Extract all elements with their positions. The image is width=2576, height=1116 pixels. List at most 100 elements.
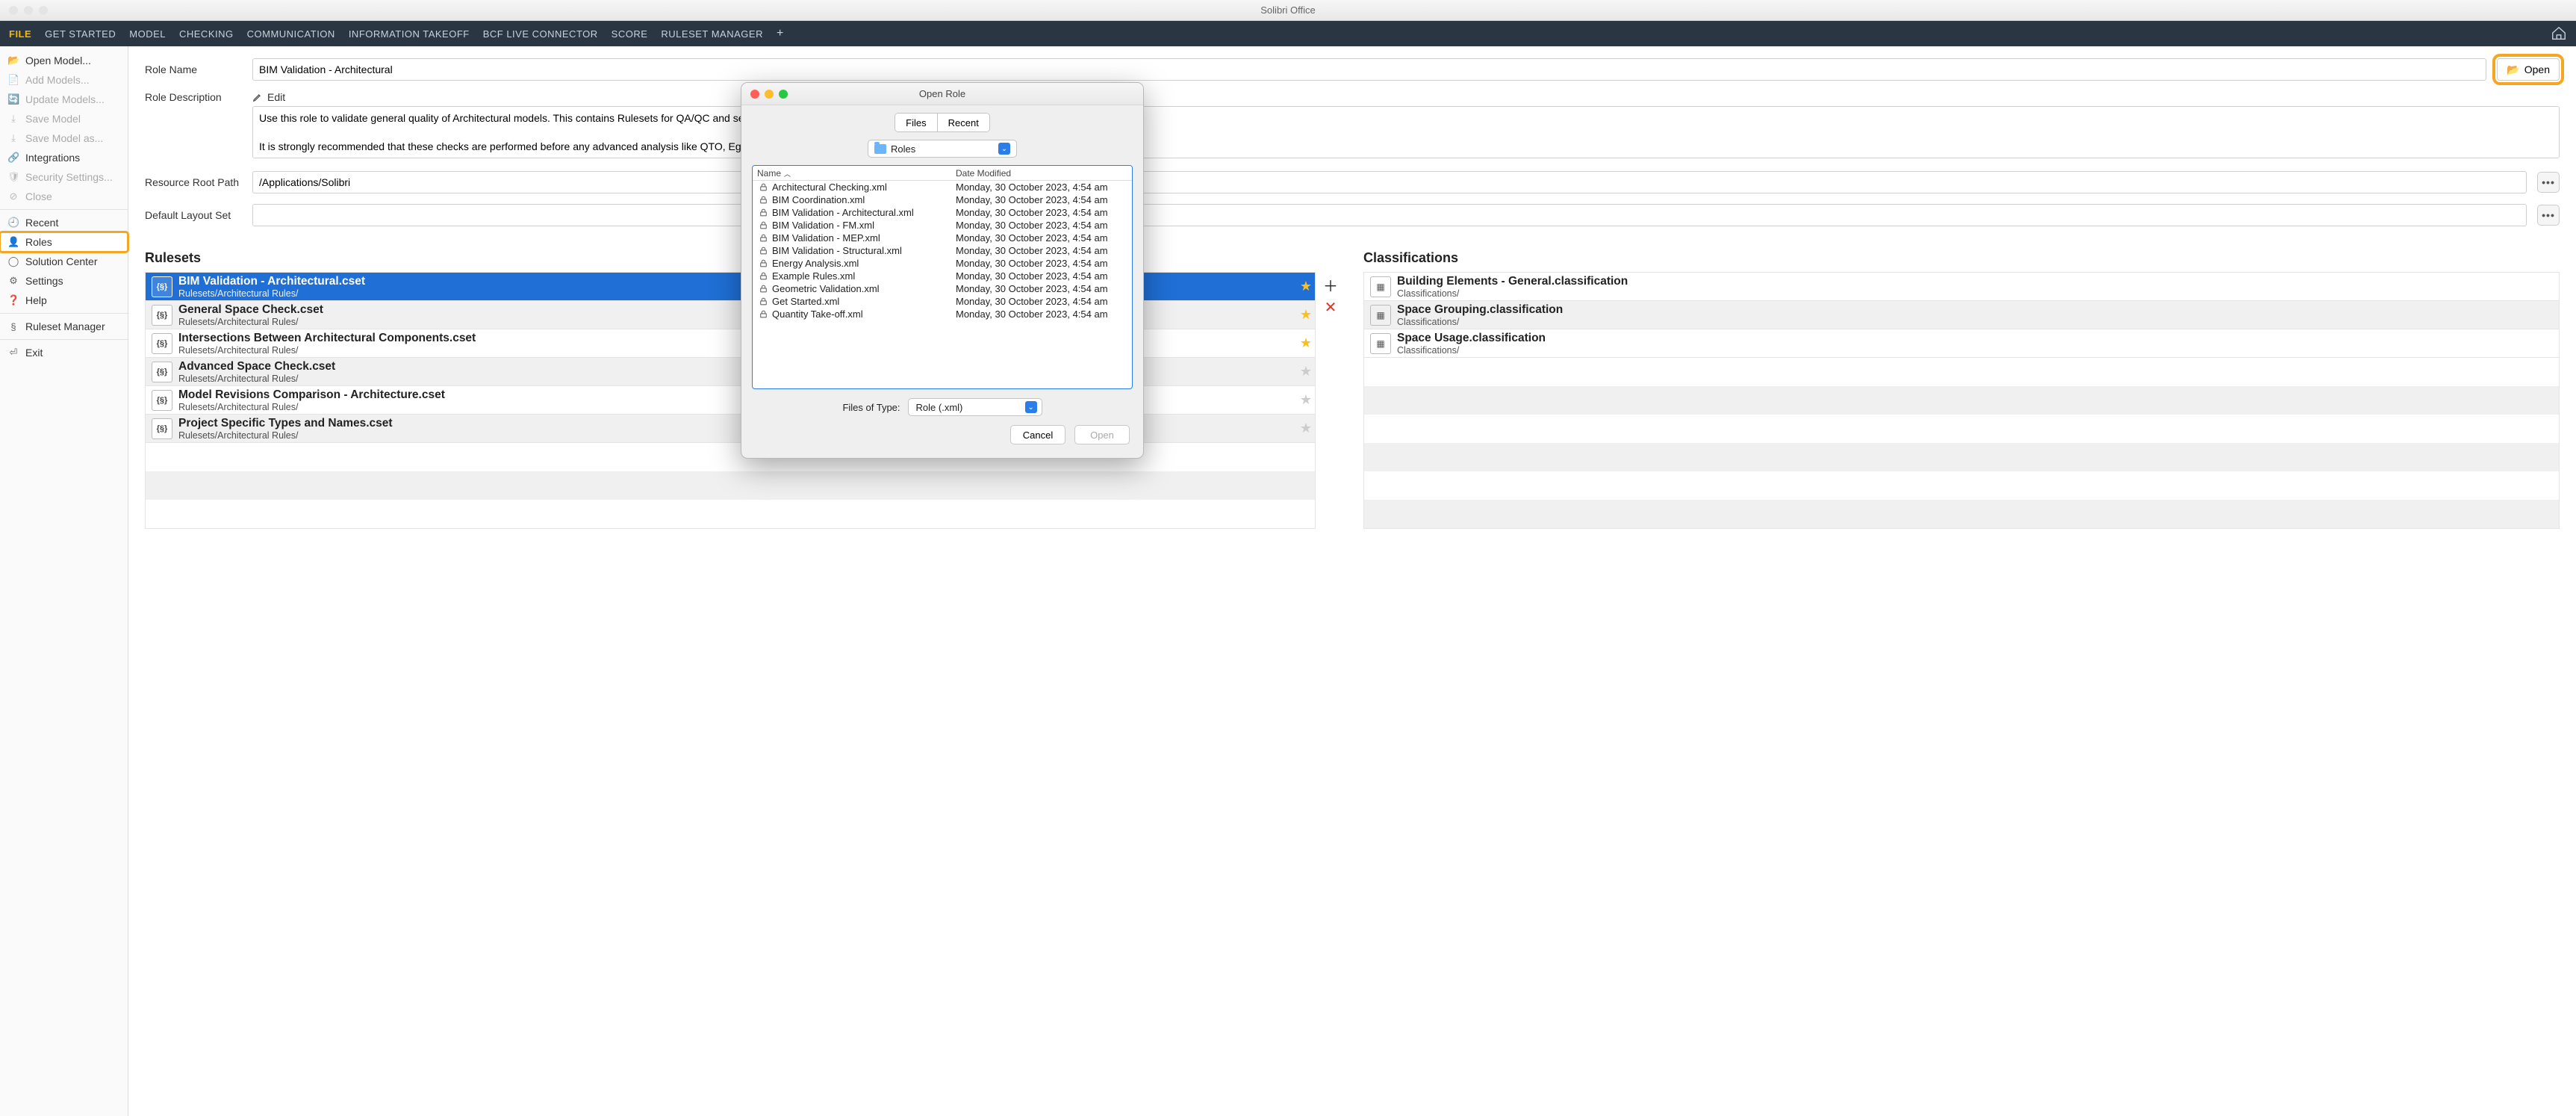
filetype-select[interactable]: Role (.xml) ⌄ [908,398,1042,416]
layout-label: Default Layout Set [145,209,242,221]
folder-select[interactable]: Roles ⌄ [868,140,1017,158]
circle-icon: ◯ [7,255,19,267]
ruleset-icon: {§} [152,305,172,326]
file-row[interactable]: BIM Validation - FM.xmlMonday, 30 Octobe… [753,219,1132,232]
classification-row[interactable]: ▦Space Grouping.classificationClassifica… [1364,301,2559,329]
dialog-cancel-button[interactable]: Cancel [1010,425,1065,444]
window-titlebar: Solibri Office [0,0,2576,21]
sidebar-item-recent[interactable]: 🕘Recent [0,213,128,232]
file-row[interactable]: BIM Coordination.xmlMonday, 30 October 2… [753,193,1132,206]
minimize-window[interactable] [24,6,33,15]
menu-file[interactable]: FILE [9,28,31,40]
file-row[interactable]: BIM Validation - Structural.xmlMonday, 3… [753,244,1132,257]
star-toggle[interactable]: ★ [1297,279,1315,294]
sidebar-item-roles[interactable]: 👤Roles [0,232,128,252]
star-toggle[interactable]: ★ [1297,392,1315,408]
close-window[interactable] [9,6,18,15]
ruleset-icon: {§} [152,362,172,382]
root-path-browse-button[interactable]: ••• [2537,172,2560,193]
file-row[interactable]: Energy Analysis.xmlMonday, 30 October 20… [753,257,1132,270]
dialog-title: Open Role [741,88,1143,99]
classifications-title: Classifications [1363,250,2560,266]
sidebar-item-add-models: 📄Add Models... [0,70,128,90]
file-listbox[interactable]: Name︿ Date Modified Architectural Checki… [752,165,1133,389]
edit-button[interactable]: Edit [267,91,285,103]
menu-ruleset-manager[interactable]: RULESET MANAGER [661,28,763,40]
lock-icon [757,271,769,281]
star-toggle[interactable]: ★ [1297,335,1315,351]
sidebar-item-solution-center[interactable]: ◯Solution Center [0,252,128,271]
sidebar-item-help[interactable]: ❓Help [0,291,128,310]
role-name-input[interactable] [252,58,2486,81]
menu-communication[interactable]: COMMUNICATION [247,28,335,40]
lock-icon [757,220,769,230]
file-row[interactable]: Architectural Checking.xmlMonday, 30 Oct… [753,181,1132,193]
add-ruleset-button[interactable]: ＋ [1322,276,1339,293]
layout-browse-button[interactable]: ••• [2537,205,2560,226]
help-icon: ❓ [7,294,19,306]
sidebar-item-exit[interactable]: ⏎Exit [0,343,128,362]
sidebar-item-update-models: 🔄Update Models... [0,90,128,109]
lock-icon [757,208,769,217]
dialog-open-button[interactable]: Open [1074,425,1130,444]
star-toggle[interactable]: ★ [1297,421,1315,436]
star-toggle[interactable]: ★ [1297,307,1315,323]
lock-icon [757,309,769,319]
star-toggle[interactable]: ★ [1297,364,1315,379]
sidebar-item-save-model: ⤓Save Model [0,109,128,128]
tab-recent[interactable]: Recent [937,114,989,131]
menu-add-tab[interactable]: + [777,27,784,40]
col-date[interactable]: Date Modified [956,168,1127,179]
open-role-button[interactable]: 📂 Open [2497,58,2560,81]
clock-icon: 🕘 [7,217,19,229]
folder-open-icon: 📂 [7,55,19,66]
dialog-tabs: Files Recent [895,113,990,132]
file-row[interactable]: Geometric Validation.xmlMonday, 30 Octob… [753,282,1132,295]
classification-row[interactable]: ▦Building Elements - General.classificat… [1364,273,2559,301]
sidebar-item-integrations[interactable]: 🔗Integrations [0,148,128,167]
gear-icon: ⚙ [7,275,19,287]
sidebar-item-open-model[interactable]: 📂Open Model... [0,51,128,70]
zoom-window[interactable] [39,6,48,15]
remove-ruleset-button[interactable]: ✕ [1322,299,1339,315]
file-row[interactable]: Get Started.xmlMonday, 30 October 2023, … [753,295,1132,308]
menu-checking[interactable]: CHECKING [179,28,234,40]
app-menubar: FILE GET STARTED MODEL CHECKING COMMUNIC… [0,21,2576,46]
menu-bcf[interactable]: BCF LIVE CONNECTOR [483,28,598,40]
ruleset-icon: {§} [152,418,172,439]
lock-icon [757,297,769,306]
col-name[interactable]: Name [757,168,781,179]
ruleset-icon: {§} [152,276,172,297]
tab-files[interactable]: Files [895,114,936,131]
lock-icon [757,258,769,268]
main-panel: Role Name 📂 Open Role Description Edit [128,46,2576,1116]
dropdown-caret-icon: ⌄ [1025,401,1037,413]
x-icon: ⊘ [7,190,19,202]
menu-get-started[interactable]: GET STARTED [45,28,116,40]
file-row[interactable]: BIM Validation - MEP.xmlMonday, 30 Octob… [753,232,1132,244]
window-traffic-lights[interactable] [0,6,48,15]
menu-model[interactable]: MODEL [129,28,166,40]
file-row[interactable]: Quantity Take-off.xmlMonday, 30 October … [753,308,1132,320]
exit-icon: ⏎ [7,347,19,359]
menu-info-takeoff[interactable]: INFORMATION TAKEOFF [349,28,470,40]
sidebar-item-ruleset-manager[interactable]: §Ruleset Manager [0,317,128,336]
window-title: Solibri Office [0,4,2576,16]
file-row[interactable]: BIM Validation - Architectural.xmlMonday… [753,206,1132,219]
layout-input[interactable] [252,204,2527,226]
sidebar-item-settings[interactable]: ⚙Settings [0,271,128,291]
file-row[interactable]: Example Rules.xmlMonday, 30 October 2023… [753,270,1132,282]
lock-icon [757,246,769,255]
lock-icon [757,284,769,294]
menu-score[interactable]: SCORE [612,28,648,40]
role-desc-textarea[interactable]: Use this role to validate general qualit… [252,106,2560,158]
root-path-input[interactable] [252,171,2527,193]
sidebar-item-security-settings: 🛡Security Settings... [0,167,128,187]
home-icon[interactable] [2551,25,2567,42]
lock-icon [757,233,769,243]
classification-row[interactable]: ▦Space Usage.classificationClassificatio… [1364,329,2559,358]
sidebar-item-save-model-as: ⤓Save Model as... [0,128,128,148]
ruleset-icon: {§} [152,333,172,354]
edit-icon [252,92,263,102]
root-path-label: Resource Root Path [145,176,242,188]
